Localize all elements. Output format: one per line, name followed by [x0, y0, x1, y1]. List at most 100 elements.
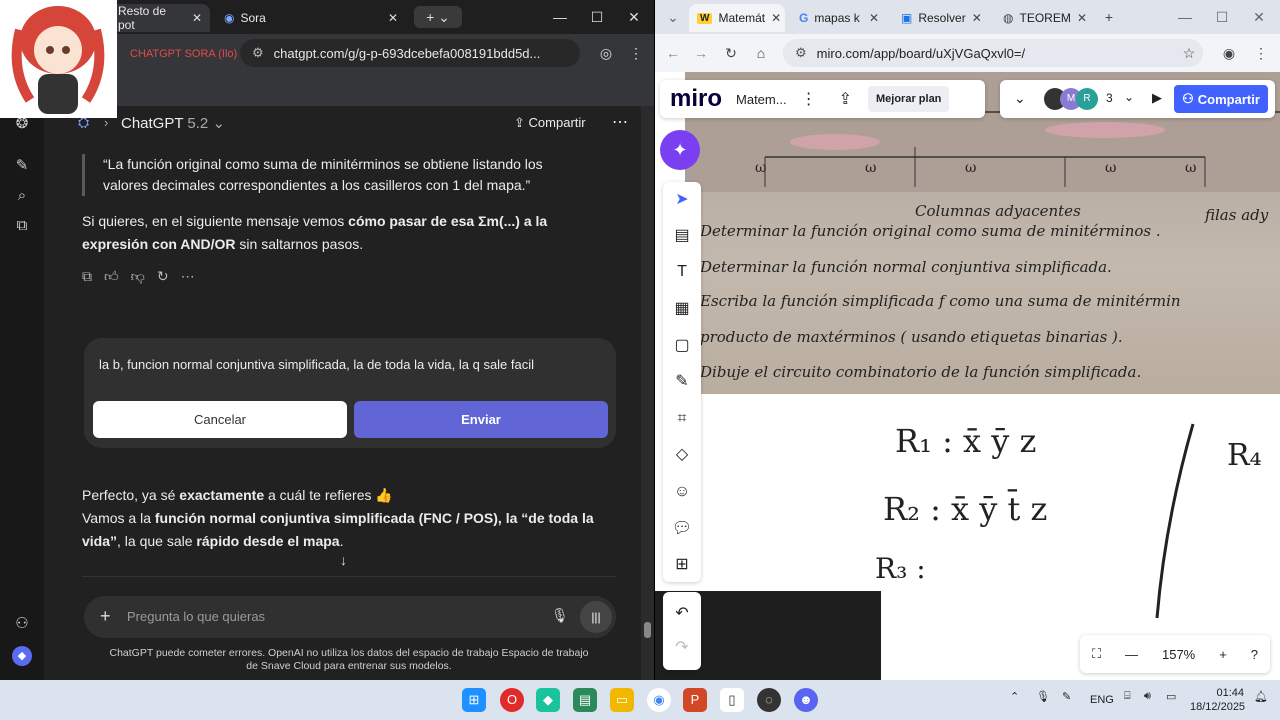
windows-start-icon[interactable]: ⊞ [462, 688, 486, 712]
close-icon[interactable]: ✕ [1077, 11, 1087, 25]
chevron-down-icon[interactable]: ⌄ [1124, 90, 1134, 104]
new-chat-icon[interactable]: ✎ [12, 156, 32, 176]
scroll-thumb[interactable] [644, 622, 651, 638]
select-cursor-icon[interactable]: ➤ [670, 188, 694, 212]
new-tab-button[interactable]: + [1097, 6, 1121, 28]
sticky-note-icon[interactable]: ▢ [670, 334, 694, 358]
app-icon[interactable]: ◆ [536, 688, 560, 712]
redo-icon[interactable]: ↷ [670, 636, 694, 660]
miro-board-canvas[interactable]: ω ω ω ω ω Columnas adyacentes filas ady … [655, 72, 1280, 680]
shapes-icon[interactable]: ◇ [670, 443, 694, 467]
tab-miro[interactable]: W Matemát ✕ [689, 4, 785, 32]
thumbs-up-icon[interactable]: 👍︎ [104, 268, 119, 285]
chat-scrollbar[interactable] [641, 106, 654, 680]
account-avatar[interactable]: ◆ [12, 646, 32, 666]
pen-icon[interactable]: ✎ [670, 370, 694, 394]
pen-icon[interactable]: ✎ [1062, 690, 1071, 703]
close-icon[interactable]: ✕ [192, 11, 202, 25]
undo-icon[interactable]: ↶ [670, 602, 694, 626]
avatar[interactable]: R [1076, 88, 1098, 110]
comment-icon[interactable]: 💬︎ [670, 517, 694, 541]
zoom-out-icon[interactable]: — [1125, 647, 1138, 662]
search-icon[interactable]: ⌕ [12, 186, 32, 206]
prompt-input[interactable]: Pregunta lo que quieras [127, 609, 265, 624]
battery-icon[interactable]: ▭ [1166, 690, 1176, 703]
table-icon[interactable]: ▦ [670, 297, 694, 321]
chevron-up-icon[interactable]: ⌃ [1010, 690, 1019, 703]
url-field[interactable]: ⚙ chatgpt.com/g/g-p-693dcebefa008191bdd5… [240, 39, 580, 67]
reload-icon[interactable]: ↻ [719, 42, 743, 64]
more-options-icon[interactable]: ⋯ [612, 112, 628, 132]
share-board-button[interactable]: ⚇ Compartir [1174, 85, 1268, 113]
close-icon[interactable]: ✕ [972, 11, 982, 25]
opera-icon[interactable]: O [500, 688, 524, 712]
chrome-icon[interactable]: ◉ [647, 688, 671, 712]
zoom-in-icon[interactable]: + [1219, 647, 1227, 662]
scroll-down-icon[interactable]: ↓ [340, 552, 347, 568]
minimize-button[interactable]: — [548, 6, 572, 28]
file-explorer-icon[interactable]: ▭ [610, 688, 634, 712]
export-icon[interactable]: ⇪ [839, 89, 852, 109]
close-window-button[interactable]: ✕ [622, 6, 646, 28]
document-icon[interactable]: ▯ [720, 688, 744, 712]
model-selector[interactable]: ChatGPT 5.2 ⌄ [121, 114, 225, 132]
back-icon[interactable]: ← [661, 42, 685, 64]
maximize-button[interactable]: ☐ [1210, 6, 1234, 28]
close-window-button[interactable]: ✕ [1247, 6, 1271, 28]
tab-sora[interactable]: ◉ Sora ✕ [216, 4, 406, 32]
close-icon[interactable]: ✕ [869, 11, 879, 25]
thumbs-down-icon[interactable]: 👎︎ [131, 268, 145, 285]
profile-icon[interactable]: ◎ [594, 42, 618, 64]
add-more-icon[interactable]: ⊞ [670, 553, 694, 577]
emoji-icon[interactable]: ☺ [670, 480, 694, 504]
app-icon[interactable]: ▤ [573, 688, 597, 712]
voice-mode-icon[interactable]: ||| [580, 601, 612, 633]
present-icon[interactable]: ▶ [1152, 90, 1162, 106]
frame-icon[interactable]: ⌗ [670, 407, 694, 431]
home-icon[interactable]: ⌂ [749, 42, 773, 64]
menu-icon[interactable]: ⋮ [624, 42, 648, 64]
discord-icon[interactable]: ☻ [794, 688, 818, 712]
fit-screen-icon[interactable]: ⛶ [1092, 646, 1101, 662]
close-icon[interactable]: ✕ [388, 11, 398, 25]
add-attachment-icon[interactable]: + [100, 606, 111, 627]
more-icon[interactable]: ⋯ [181, 268, 195, 285]
clock-time[interactable]: 01:44 [1208, 687, 1244, 699]
zoom-level[interactable]: 157% [1162, 647, 1195, 662]
tab-resto[interactable]: Resto de pot ✕ [110, 4, 210, 32]
clock-date[interactable]: 18/12/2025 [1190, 701, 1245, 713]
template-icon[interactable]: ▤ [670, 224, 694, 248]
site-info-icon[interactable]: ⚙ [252, 45, 264, 61]
app-icon[interactable]: ◌ [757, 688, 781, 712]
forward-icon[interactable]: → [689, 42, 713, 64]
maximize-button[interactable]: ☐ [585, 6, 609, 28]
menu-icon[interactable]: ⋮ [1249, 42, 1273, 64]
microphone-icon[interactable]: 🎙︎ [551, 607, 569, 624]
minimize-button[interactable]: — [1173, 6, 1197, 28]
volume-icon[interactable]: 🔊︎ [1144, 690, 1151, 703]
collaborator-count[interactable]: 3 [1106, 91, 1113, 105]
board-name[interactable]: Matem... [736, 92, 787, 107]
edit-message-input[interactable]: la b, funcion normal conjuntiva simplifi… [99, 357, 534, 372]
bookmark-star-icon[interactable]: ☆ [1177, 42, 1201, 64]
tab-search-icon[interactable]: ⌄ [661, 6, 685, 28]
notification-icon[interactable]: 🔔︎ [1254, 690, 1268, 703]
tab-google[interactable]: G mapas k ✕ [791, 4, 887, 32]
ai-sparkle-icon[interactable]: ✦ [660, 130, 700, 170]
help-icon[interactable]: ? [1251, 647, 1258, 662]
tab-resolver[interactable]: ▣ Resolver ✕ [893, 4, 989, 32]
language-indicator[interactable]: ENG [1090, 694, 1114, 706]
close-icon[interactable]: ✕ [771, 11, 781, 25]
url-field[interactable]: ⚙ miro.com/app/board/uXjVGaQxvl0=/ [783, 39, 1203, 67]
microphone-icon[interactable]: 🎙︎ [1036, 690, 1050, 703]
site-info-icon[interactable]: ⚙ [795, 45, 807, 61]
miro-logo[interactable]: miro [670, 85, 722, 113]
network-icon[interactable]: ⌸ [1124, 690, 1131, 703]
share-button[interactable]: ⇪ Compartir [514, 115, 586, 131]
powerpoint-icon[interactable]: P [683, 688, 707, 712]
bookmark-label[interactable]: CHATGPT SORA (Ilo) [130, 48, 237, 60]
tab-teorema[interactable]: ◍ TEOREM ✕ [995, 4, 1095, 32]
regenerate-icon[interactable]: ↻ [157, 268, 169, 285]
collapse-icon[interactable]: ⌄ [1014, 90, 1026, 107]
send-button[interactable]: Enviar [354, 401, 608, 438]
